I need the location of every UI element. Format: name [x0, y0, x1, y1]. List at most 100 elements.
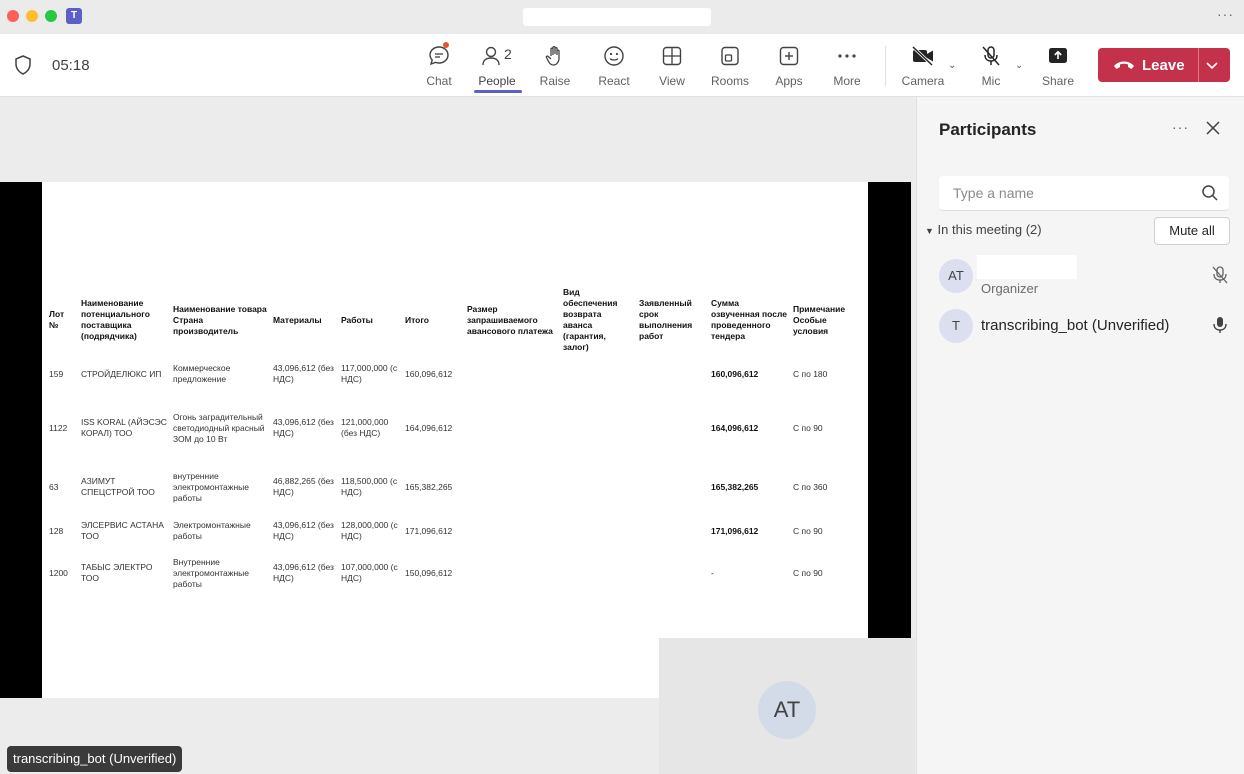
mic-off-icon	[982, 46, 1000, 66]
mic-muted-icon	[1212, 266, 1228, 284]
chat-notification-badge	[443, 42, 449, 48]
header-supplier: Наименование потенциального поставщика (…	[81, 298, 150, 341]
share-tray-icon	[1049, 48, 1067, 63]
react-button[interactable]: React	[586, 42, 642, 90]
cell-term	[636, 511, 708, 551]
leave-label: Leave	[1142, 57, 1185, 74]
cell-term	[636, 551, 708, 595]
cell-supplier: ISS KORAL (АЙЭСЭС КОРАЛ) ТОО	[81, 417, 167, 438]
cell-goods: Огонь заградительный светодиодный красны…	[173, 411, 265, 444]
cell-final-sum: 165,382,265	[711, 481, 759, 492]
cell-works: 128,000,000 (с НДС)	[341, 520, 398, 541]
title-search-field[interactable]	[523, 8, 711, 26]
camera-options-chevron-icon[interactable]: ⌄	[948, 60, 956, 71]
header-works: Работы	[341, 314, 373, 325]
share-button[interactable]: Share	[1030, 42, 1086, 90]
cell-final-sum: 164,096,612	[711, 422, 759, 433]
cell-works: 107,000,000 (с НДС)	[341, 562, 398, 583]
table-row: 128 ЭЛСЕРВИС АСТАНА ТОО Электромонтажные…	[46, 511, 860, 551]
header-goods: Наименование товара Страна производитель	[173, 303, 267, 336]
leave-options-chevron-icon[interactable]	[1204, 57, 1220, 73]
leave-button[interactable]: Leave	[1098, 48, 1230, 82]
share-label: Share	[1041, 74, 1075, 88]
teams-logo-icon: T	[66, 8, 82, 24]
rooms-label: Rooms	[710, 74, 749, 88]
avatar: AT	[939, 259, 973, 293]
grid-view-icon	[662, 46, 682, 66]
cell-lot: 1200	[49, 567, 68, 578]
mic-button[interactable]: Mic	[963, 42, 1019, 90]
cell-security	[560, 511, 636, 551]
cell-security	[560, 355, 636, 393]
panel-title: Participants	[939, 120, 1037, 139]
share-letterbox-right	[868, 182, 911, 638]
cell-works: 118,500,000 (с НДС)	[341, 476, 398, 497]
cell-advance	[464, 551, 560, 595]
self-video-tile[interactable]: AT	[659, 638, 915, 774]
hand-icon	[545, 45, 560, 66]
close-window-button[interactable]	[7, 10, 19, 22]
cell-goods: внутренние электромонтажные работы	[173, 470, 250, 503]
cell-goods: Электромонтажные работы	[173, 520, 251, 541]
cell-note: С по 90	[793, 525, 823, 536]
window-titlebar: T ···	[0, 0, 1244, 34]
cell-lot: 128	[49, 525, 64, 536]
share-letterbox-left	[0, 182, 42, 698]
participant-search-input[interactable]: Type a name	[939, 176, 1229, 211]
cell-goods: Коммерческое предложение	[173, 363, 231, 384]
more-label: More	[833, 74, 861, 88]
raise-hand-button[interactable]: Raise	[527, 42, 583, 90]
table-row: 1200 ТАБЫС ЭЛЕКТРО ТОО Внутренние электр…	[46, 551, 860, 595]
cell-total: 164,096,612	[405, 422, 453, 433]
cell-supplier: ЭЛСЕРВИС АСТАНА ТОО	[81, 520, 164, 541]
search-placeholder: Type a name	[953, 185, 1034, 201]
table-row: 1122 ISS KORAL (АЙЭСЭС КОРАЛ) ТОО Огонь …	[46, 393, 860, 463]
cell-works: 121,000,000 (без НДС)	[341, 417, 389, 438]
shared-screen-document: Лот № Наименование потенциального постав…	[42, 182, 868, 698]
cell-final-sum: 171,096,612	[711, 525, 759, 536]
speaker-name-tag: transcribing_bot (Unverified)	[7, 746, 183, 772]
more-button[interactable]: More	[819, 42, 875, 90]
cell-materials: 43,096,612 (без НДС)	[273, 363, 334, 384]
section-label: In this meeting (2)	[937, 222, 1042, 237]
cell-goods: Внутренние электромонтажные работы	[173, 556, 250, 589]
avatar: T	[939, 309, 973, 343]
cell-total: 165,382,265	[405, 481, 453, 492]
toolbar-divider	[885, 46, 886, 86]
header-advance: Размер запрашиваемого авансового платежа	[467, 303, 553, 336]
rooms-button[interactable]: Rooms	[702, 42, 758, 90]
apps-button[interactable]: Apps	[761, 42, 817, 90]
cell-final-sum: -	[711, 567, 714, 578]
cell-supplier: СТРОЙДЕЛЮКС ИП	[81, 368, 162, 379]
cell-total: 150,096,612	[405, 567, 453, 578]
cell-note: С по 90	[793, 567, 823, 578]
header-lot: Лот №	[49, 309, 65, 330]
cell-supplier: АЗИМУТ СПЕЦСТРОЙ ТОО	[81, 476, 155, 497]
apps-label: Apps	[775, 74, 803, 88]
table-header-row: Лот № Наименование потенциального постав…	[46, 285, 860, 355]
cell-total: 171,096,612	[405, 525, 453, 536]
close-icon[interactable]	[1205, 120, 1221, 136]
panel-more-icon[interactable]: ···	[1172, 119, 1189, 135]
chat-button[interactable]: Chat	[411, 42, 467, 90]
minimize-window-button[interactable]	[26, 10, 38, 22]
cell-materials: 43,096,612 (без НДС)	[273, 520, 334, 541]
cell-lot: 1122	[49, 422, 68, 433]
zoom-window-button[interactable]	[45, 10, 57, 22]
shield-icon	[15, 55, 31, 75]
cell-security	[560, 393, 636, 463]
participant-row[interactable]: AT Organizer	[917, 255, 1244, 299]
cell-advance	[464, 463, 560, 511]
mic-options-chevron-icon[interactable]: ⌄	[1015, 60, 1023, 71]
in-meeting-section-toggle[interactable]: ▼ In this meeting (2)	[925, 222, 1042, 237]
header-materials: Материалы	[273, 314, 322, 325]
window-more-icon[interactable]: ···	[1217, 6, 1234, 22]
react-label: React	[598, 74, 630, 88]
people-button[interactable]: People	[469, 42, 525, 90]
participant-row[interactable]: T transcribing_bot (Unverified)	[917, 305, 1244, 349]
cell-note: С по 360	[793, 481, 828, 492]
participants-panel: Participants ··· Type a name ▼ In this m…	[916, 97, 1244, 774]
mute-all-button[interactable]: Mute all	[1154, 217, 1230, 245]
camera-button[interactable]: Camera	[895, 42, 951, 90]
view-button[interactable]: View	[644, 42, 700, 90]
